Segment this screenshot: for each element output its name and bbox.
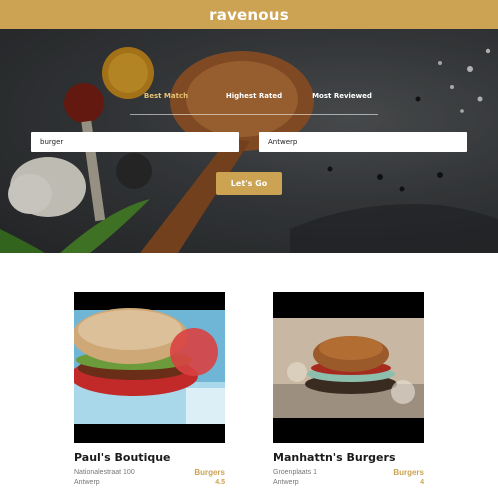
sort-option-highest-rated[interactable]: Highest Rated: [218, 92, 290, 112]
business-name: Manhattn's Burgers: [273, 451, 396, 464]
business-address: Groenplaats 1 Antwerp: [273, 468, 317, 488]
business-card[interactable]: Paul's Boutique Nationalestraat 100 Antw…: [74, 292, 225, 488]
sort-option-most-reviewed[interactable]: Most Reviewed: [306, 92, 378, 112]
location-input[interactable]: [259, 132, 467, 152]
brand-logo: ravenous: [209, 5, 289, 24]
app-header: ravenous: [0, 0, 498, 29]
sort-options: Best Match Highest Rated Most Reviewed: [130, 92, 378, 115]
business-meta: Burgers 4.5: [194, 468, 225, 488]
lets-go-button[interactable]: Let's Go: [216, 172, 282, 195]
business-street: Nationalestraat 100: [74, 469, 135, 476]
business-meta: Burgers 4: [393, 468, 424, 488]
business-street: Groenplaats 1: [273, 469, 317, 476]
business-card[interactable]: Manhattn's Burgers Groenplaats 1 Antwerp…: [273, 292, 424, 488]
business-image: [74, 292, 225, 443]
business-category: Burgers: [194, 468, 225, 477]
business-image: [273, 292, 424, 443]
search-term-input[interactable]: [31, 132, 239, 152]
business-address: Nationalestraat 100 Antwerp: [74, 468, 135, 488]
search-bar: Best Match Highest Rated Most Reviewed L…: [0, 29, 498, 253]
business-name: Paul's Boutique: [74, 451, 171, 464]
sort-option-best-match[interactable]: Best Match: [130, 92, 202, 112]
business-category: Burgers: [393, 468, 424, 477]
